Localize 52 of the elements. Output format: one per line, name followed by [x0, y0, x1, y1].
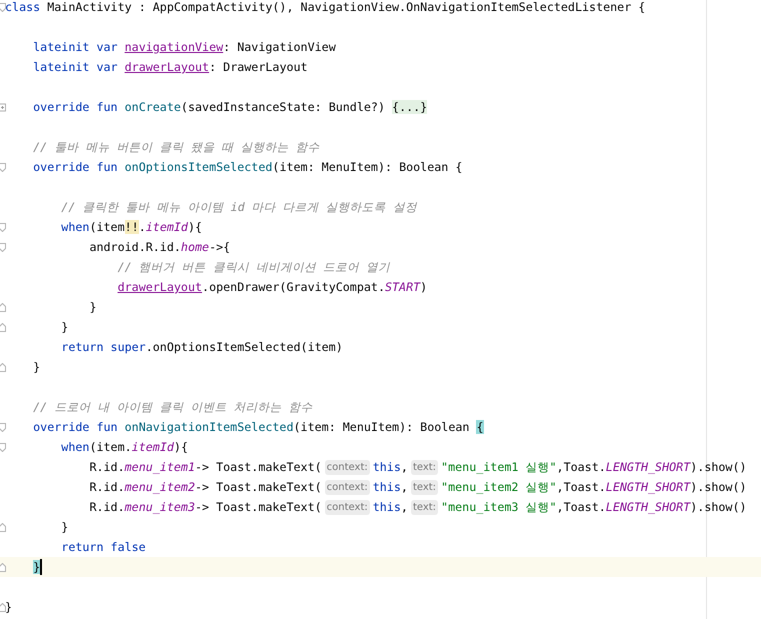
fold-icon[interactable]	[0, 422, 6, 432]
code-text: }	[61, 319, 68, 335]
code-text: this,	[372, 459, 408, 475]
text-cursor	[40, 559, 42, 575]
fold-icon[interactable]	[0, 562, 6, 572]
parameter-hint: text:	[410, 460, 438, 474]
fold-icon[interactable]	[0, 362, 6, 372]
code-text: class MainActivity : AppCompatActivity(), NavigationView.OnNavigationItemSelectedListener {	[5, 0, 646, 15]
code-text: override fun onCreate(savedInstanceState: Bundle?) {...}	[33, 99, 428, 115]
fold-icon[interactable]	[0, 322, 6, 332]
code-text: android.R.id.home->{	[89, 239, 230, 255]
code-text: }	[33, 359, 40, 375]
code-text: return false	[61, 539, 146, 555]
code-text: drawerLayout.openDrawer(GravityCompat.START)	[118, 279, 428, 295]
code-text: lateinit var navigationView: NavigationView	[33, 39, 336, 55]
code-text: override fun onNavigationItemSelected(item: MenuItem): Boolean {	[33, 419, 484, 435]
fold-icon[interactable]	[0, 442, 6, 452]
fold-icon[interactable]	[0, 2, 6, 12]
code-text: this,	[372, 499, 408, 515]
code-text: "menu_item2 실행",Toast.LENGTH_SHORT).show()	[441, 479, 747, 495]
code-text: }	[33, 559, 40, 575]
code-text: }	[5, 599, 12, 615]
fold-icon[interactable]	[0, 602, 6, 612]
code-text: lateinit var drawerLayout: DrawerLayout	[33, 59, 308, 75]
code-text: // 클릭한 툴바 메뉴 아이템 id 마다 다르게 실행하도록 설정	[61, 199, 417, 215]
parameter-hint: context:	[324, 460, 370, 474]
fold-icon[interactable]	[0, 302, 6, 312]
fold-icon[interactable]	[0, 162, 6, 172]
unfold-icon[interactable]	[0, 102, 6, 112]
code-text: R.id.menu_item3-> Toast.makeText(	[89, 499, 322, 515]
code-text: this,	[372, 479, 408, 495]
fold-icon[interactable]	[0, 242, 6, 252]
parameter-hint: text:	[410, 480, 438, 494]
parameter-hint: context:	[324, 480, 370, 494]
code-text: override fun onOptionsItemSelected(item: MenuItem): Boolean {	[33, 159, 462, 175]
code-text: "menu_item1 실행",Toast.LENGTH_SHORT).show()	[441, 459, 747, 475]
code-text: R.id.menu_item1-> Toast.makeText(	[89, 459, 322, 475]
fold-icon[interactable]	[0, 222, 6, 232]
code-text: return super.onOptionsItemSelected(item)	[61, 339, 343, 355]
code-text: }	[61, 519, 68, 535]
code-text: }	[89, 299, 96, 315]
code-text: R.id.menu_item2-> Toast.makeText(	[89, 479, 322, 495]
code-text: when(item.itemId){	[61, 439, 188, 455]
parameter-hint: text:	[410, 500, 438, 514]
code-editor[interactable]	[0, 0, 761, 619]
fold-icon[interactable]	[0, 522, 6, 532]
code-text: // 드로어 내 아이템 클릭 이벤트 처리하는 함수	[33, 399, 312, 415]
parameter-hint: context:	[324, 500, 370, 514]
code-text: // 햄버거 버튼 클릭시 네비게이션 드로어 열기	[118, 259, 390, 275]
code-text: "menu_item3 실행",Toast.LENGTH_SHORT).show()	[441, 499, 747, 515]
code-text: // 툴바 메뉴 버튼이 클릭 됐을 때 실행하는 함수	[33, 139, 320, 155]
code-text: when(item!!.itemId){	[61, 219, 202, 235]
